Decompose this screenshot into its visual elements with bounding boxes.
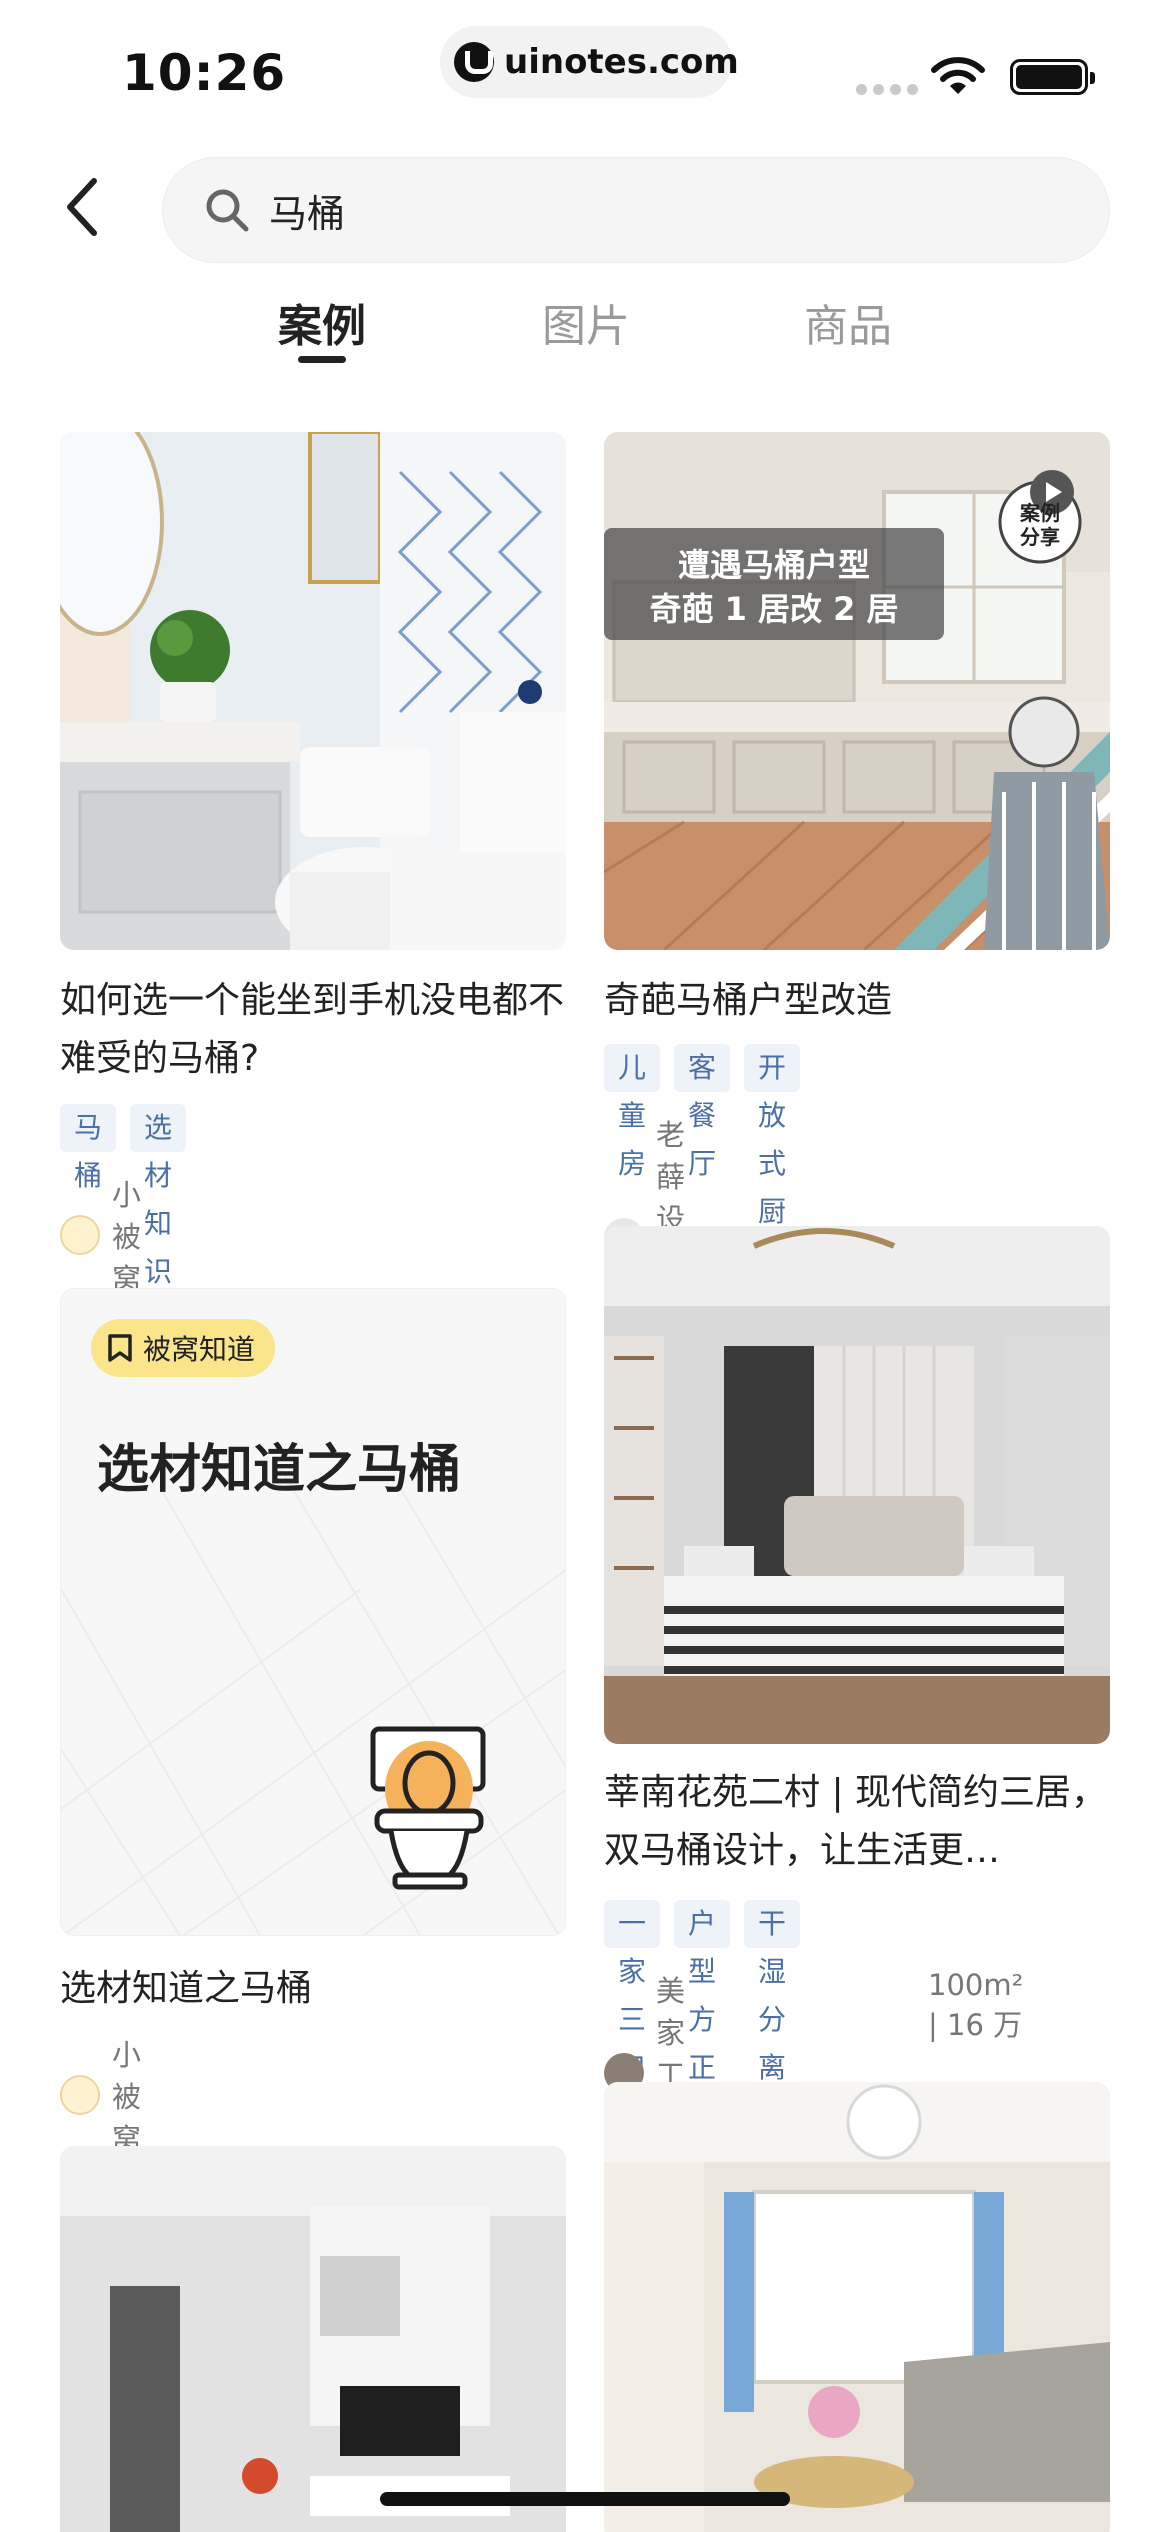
- card-image-kitchen: 遭遇马桶户型 奇葩 1 居改 2 居 案例 分享: [604, 432, 1110, 950]
- author-name: 小被窝: [112, 2038, 142, 2156]
- card-tags: 儿童房 客餐厅 开放式厨房: [604, 1044, 801, 1276]
- result-tabs: 案例 图片 商品: [0, 290, 1170, 380]
- card-title: 选材知道之马桶: [60, 1968, 313, 2009]
- tab-products-label: 商品: [804, 301, 892, 352]
- battery-icon: [1010, 59, 1095, 95]
- card-area-budget: 100m² | 16 万: [928, 1968, 1024, 2042]
- tab-cases[interactable]: 案例: [242, 290, 402, 363]
- badge-label: 被窝知道: [143, 1333, 256, 1366]
- tag[interactable]: 干湿分离: [744, 1900, 801, 2084]
- tab-images-label: 图片: [542, 301, 630, 352]
- wifi-icon: [931, 57, 985, 94]
- home-indicator[interactable]: [380, 2492, 790, 2506]
- tag[interactable]: 开放式厨房: [744, 1044, 801, 1276]
- overlay-line-1: 遭遇马桶户型: [678, 546, 870, 584]
- knowledge-badge: 被窝知道: [91, 1319, 276, 1377]
- card-tags: 一家三口 户型方正 干湿分离: [604, 1900, 801, 2084]
- svg-text:案例: 案例: [1019, 501, 1060, 525]
- toilet-icon: [370, 1726, 486, 1890]
- status-time: 10:26: [122, 44, 287, 102]
- tag[interactable]: 儿童房: [604, 1044, 661, 1180]
- search-input[interactable]: 马桶: [162, 157, 1110, 263]
- url-text: uinotes.com: [504, 42, 739, 82]
- overlay-line-2: 奇葩 1 居改 2 居: [649, 590, 898, 628]
- tab-products[interactable]: 商品: [768, 290, 928, 354]
- tab-images[interactable]: 图片: [506, 290, 666, 354]
- card-author[interactable]: 小被窝: [60, 2032, 141, 2158]
- url-pill[interactable]: uinotes.com: [440, 26, 739, 98]
- svg-text:分享: 分享: [1020, 525, 1060, 549]
- back-button[interactable]: [56, 172, 106, 242]
- avatar: [60, 1215, 100, 1255]
- bookmark-icon: [108, 1334, 132, 1362]
- card-image-living-room: [60, 2146, 566, 2532]
- tag[interactable]: 户型方正: [674, 1900, 731, 2084]
- card-image-bedroom: [604, 1226, 1110, 1744]
- cellular-signal-icon: [856, 84, 918, 95]
- avatar: [60, 2075, 100, 2115]
- card-title: 如何选一个能坐到手机没电都不难受的马桶?: [60, 980, 565, 1079]
- card-image-bathroom: [60, 432, 566, 950]
- search-icon: [206, 189, 249, 232]
- status-bar: 10:26 uinotes.com: [0, 0, 1170, 140]
- tag[interactable]: 马桶: [60, 1104, 117, 1192]
- tag[interactable]: 选材知识: [130, 1104, 187, 1288]
- card-author[interactable]: 小被窝: [60, 1172, 141, 1298]
- tab-cases-label: 案例: [278, 301, 366, 352]
- card-title: 奇葩马桶户型改造: [604, 980, 893, 1021]
- tag[interactable]: 一家三口: [604, 1900, 661, 2084]
- author-name: 小被窝: [112, 1178, 142, 1296]
- knowledge-headline: 选材知道之马桶: [97, 1440, 462, 1500]
- back-arrow-icon: [67, 178, 97, 236]
- card-image-sofa: [604, 2082, 1110, 2532]
- card-tags: 马桶 选材知识: [60, 1104, 187, 1288]
- search-query: 马桶: [269, 191, 346, 236]
- tag[interactable]: 客餐厅: [674, 1044, 731, 1180]
- card-image-knowledge: 被窝知道 选材知道之马桶: [60, 1288, 566, 1936]
- tab-active-indicator: [298, 356, 346, 363]
- site-logo-icon: [454, 42, 494, 82]
- card-title: 莘南花苑二村 | 现代简约三居，双马桶设计，让生活更…: [604, 1772, 1108, 1871]
